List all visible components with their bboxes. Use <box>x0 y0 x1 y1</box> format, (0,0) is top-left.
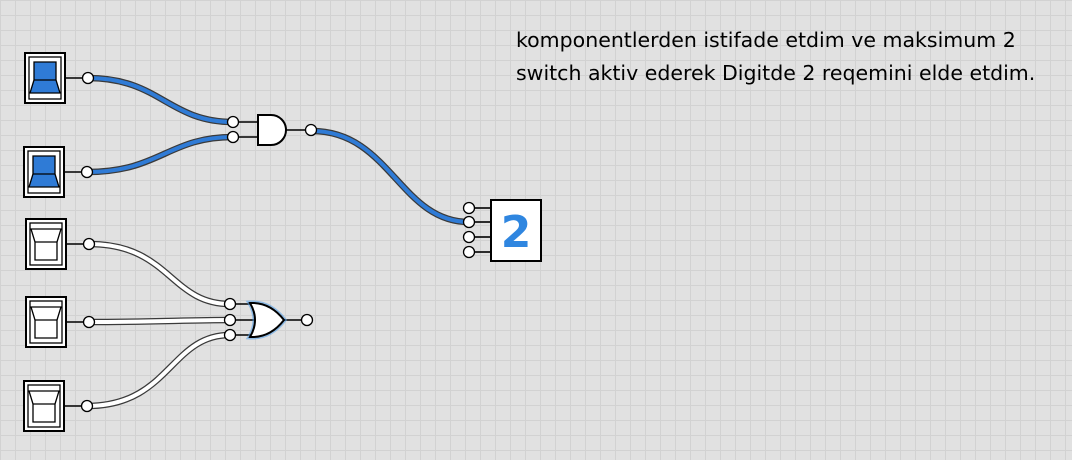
toggle-switch[interactable] <box>25 296 96 348</box>
input-pin[interactable] <box>462 201 476 215</box>
wire-switch3-to-or[interactable] <box>85 240 234 308</box>
input-pin[interactable] <box>223 297 237 311</box>
wire-switch2-to-and[interactable] <box>83 133 237 176</box>
input-pin[interactable] <box>462 230 476 244</box>
input-pin[interactable] <box>226 130 240 144</box>
wire-and-to-digit[interactable] <box>308 127 473 226</box>
toggle-switch[interactable] <box>25 218 96 270</box>
toggle-switch[interactable] <box>24 52 95 104</box>
toggle-switch[interactable] <box>23 380 94 432</box>
wire-switch4-to-or[interactable] <box>85 316 234 326</box>
output-pin[interactable] <box>82 237 96 251</box>
input-pin[interactable] <box>226 115 240 129</box>
note-line-2: switch aktiv ederek Digitde 2 reqemini e… <box>516 61 1036 85</box>
input-pin[interactable] <box>462 245 476 259</box>
output-pin[interactable] <box>82 315 96 329</box>
wire-switch1-to-and[interactable] <box>84 74 237 126</box>
output-pin[interactable] <box>80 399 94 413</box>
or-gate[interactable] <box>223 297 314 342</box>
digit-value: 2 <box>501 207 532 258</box>
wire-switch5-to-or[interactable] <box>83 331 234 410</box>
input-pin[interactable] <box>462 215 476 229</box>
output-pin[interactable] <box>304 123 318 137</box>
output-pin[interactable] <box>81 71 95 85</box>
input-pin[interactable] <box>223 328 237 342</box>
digit-display[interactable]: 2 <box>462 199 542 262</box>
output-pin[interactable] <box>300 313 314 327</box>
annotation-note: komponentlerden istifade etdim ve maksim… <box>516 24 1068 90</box>
and-gate[interactable] <box>226 114 318 146</box>
toggle-switch[interactable] <box>23 146 94 198</box>
input-pin[interactable] <box>223 313 237 327</box>
output-pin[interactable] <box>80 165 94 179</box>
note-line-1: komponentlerden istifade etdim ve maksim… <box>516 28 1016 52</box>
